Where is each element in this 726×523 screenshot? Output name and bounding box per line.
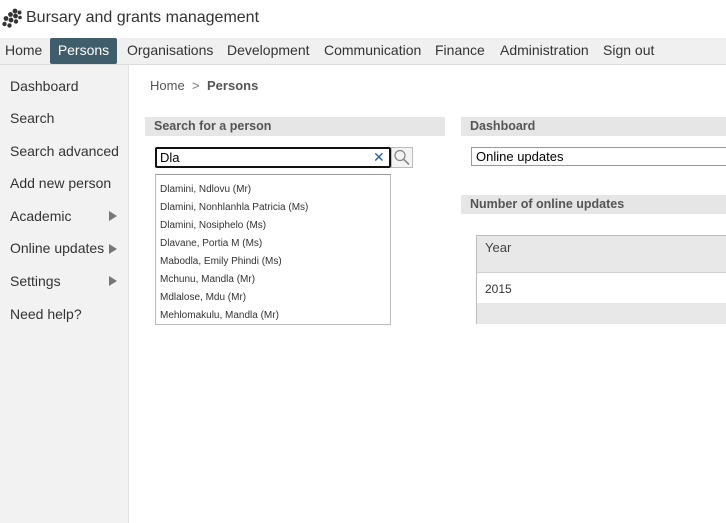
- column-header-year[interactable]: Year: [477, 236, 726, 273]
- suggestion-item[interactable]: Dlamini, Nonhlanhla Patricia (Ms): [160, 202, 308, 213]
- nav-item-sign-out[interactable]: Sign out: [598, 38, 659, 64]
- suggestion-item[interactable]: Mehlomakulu, Mandla (Mr): [160, 310, 279, 321]
- search-button[interactable]: [391, 147, 413, 168]
- sidebar: Dashboard Search Search advanced Add new…: [0, 65, 129, 523]
- nav-item-communication[interactable]: Communication: [319, 38, 426, 64]
- search-panel-heading: Search for a person: [145, 117, 445, 136]
- search-icon: [394, 149, 410, 166]
- academic-arrow-icon[interactable]: [109, 211, 117, 221]
- close-icon[interactable]: ✕: [373, 150, 385, 164]
- logo-icon: [2, 8, 22, 28]
- nav-item-organisations[interactable]: Organisations: [122, 38, 218, 64]
- table-footer: [477, 303, 726, 324]
- suggestion-item[interactable]: Dlamini, Ndlovu (Mr): [160, 184, 251, 195]
- online-updates-heading: Number of online updates: [461, 195, 726, 214]
- online-updates-table: Year 2015: [476, 235, 726, 324]
- suggestion-item[interactable]: Dlamini, Nosiphelo (Ms): [160, 220, 266, 231]
- suggestion-item[interactable]: Mabodla, Emily Phindi (Ms): [160, 256, 282, 267]
- dashboard-select[interactable]: Online updates: [471, 147, 726, 166]
- online-updates-arrow-icon[interactable]: [109, 244, 117, 254]
- nav-item-finance[interactable]: Finance: [430, 38, 490, 64]
- app-title: Bursary and grants management: [26, 9, 260, 26]
- nav-item-persons[interactable]: Persons: [50, 38, 117, 64]
- sidebar-item-academic[interactable]: Academic: [10, 208, 71, 224]
- suggestion-item[interactable]: Mdlalose, Mdu (Mr): [160, 292, 246, 303]
- breadcrumb-separator: >: [192, 78, 200, 93]
- sidebar-item-settings[interactable]: Settings: [10, 273, 61, 289]
- sidebar-item-online-updates[interactable]: Online updates: [10, 240, 104, 256]
- settings-arrow-icon[interactable]: [109, 276, 117, 286]
- suggestion-item[interactable]: Mchunu, Mandla (Mr): [160, 274, 255, 285]
- app-header: Bursary and grants management: [0, 0, 726, 38]
- breadcrumb-home[interactable]: Home: [150, 78, 185, 93]
- breadcrumb-current: Persons: [207, 78, 259, 93]
- nav-item-administration[interactable]: Administration: [495, 38, 594, 64]
- sidebar-item-search[interactable]: Search: [10, 110, 54, 126]
- sidebar-item-search-advanced[interactable]: Search advanced: [10, 143, 119, 159]
- suggestion-item[interactable]: Dlavane, Portia M (Ms): [160, 238, 262, 249]
- sidebar-item-need-help[interactable]: Need help?: [10, 306, 82, 322]
- nav-item-development[interactable]: Development: [222, 38, 315, 64]
- nav-item-home[interactable]: Home: [0, 38, 47, 64]
- main-nav: Home Persons Organisations Development C…: [0, 38, 726, 65]
- dashboard-panel-heading: Dashboard: [461, 117, 726, 136]
- sidebar-item-add-new-person[interactable]: Add new person: [10, 175, 111, 191]
- person-search-input[interactable]: [155, 147, 391, 168]
- sidebar-item-dashboard[interactable]: Dashboard: [10, 78, 79, 94]
- search-suggestions: Dlamini, Ndlovu (Mr) Dlamini, Nonhlanhla…: [155, 174, 391, 325]
- table-cell: 2015: [485, 282, 512, 296]
